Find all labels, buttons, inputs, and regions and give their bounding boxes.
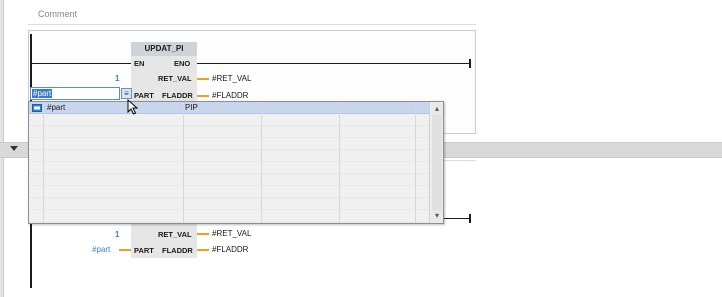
fladdr-output-wire-2 — [197, 249, 209, 251]
fladdr-operand-2[interactable]: #FLADDR — [212, 245, 248, 254]
list-item[interactable] — [29, 138, 429, 150]
caret-down-icon[interactable] — [10, 146, 18, 151]
operand-edit-value[interactable]: #part — [32, 89, 53, 98]
right-rail-tick-2 — [469, 214, 471, 223]
column-divider — [415, 102, 416, 223]
ret-val-output-wire-2 — [197, 233, 209, 235]
tag-variable-icon — [32, 104, 42, 112]
column-divider — [339, 102, 340, 223]
en-wire — [30, 63, 131, 64]
eno-wire — [197, 63, 469, 64]
right-rail-tick — [469, 59, 471, 68]
function-block-title[interactable]: UPDAT_PI — [131, 42, 197, 56]
list-item[interactable] — [29, 174, 429, 186]
pin-fladdr: FLADDR — [162, 91, 193, 100]
fladdr-operand[interactable]: #FLADDR — [212, 91, 248, 100]
pin-fladdr-2: FLADDR — [162, 246, 193, 255]
autocomplete-list[interactable]: #part PIP — [29, 102, 429, 223]
row-type: PIP — [185, 103, 198, 112]
pin-en: EN — [134, 59, 145, 68]
fladdr-output-wire — [197, 95, 209, 97]
row-name: #part — [47, 103, 66, 112]
ret-val-operand[interactable]: #RET_VAL — [212, 74, 251, 83]
pin-ret-val: RET_VAL — [158, 74, 192, 83]
list-item[interactable] — [29, 126, 429, 138]
pin-ret-val-2: RET_VAL — [158, 230, 192, 239]
pin-part-2: PART — [134, 246, 154, 255]
chevron-down-icon[interactable]: ▾ — [431, 210, 443, 222]
ret-val-output-wire — [197, 78, 209, 80]
column-divider — [261, 102, 262, 223]
autocomplete-popup[interactable]: #part PIP ▴ ▾ — [28, 101, 444, 224]
column-divider — [183, 102, 184, 223]
autocomplete-scrollbar[interactable]: ▴ ▾ — [429, 102, 443, 223]
list-item[interactable] — [29, 150, 429, 162]
pin-eno: ENO — [174, 59, 191, 68]
list-dropdown-icon[interactable]: ≡ — [121, 88, 132, 99]
list-item[interactable] — [29, 114, 429, 126]
list-item[interactable] — [29, 162, 429, 174]
autocomplete-row-part[interactable]: #part PIP — [29, 102, 429, 114]
mouse-cursor-icon — [127, 99, 139, 115]
scroll-track[interactable] — [432, 115, 442, 210]
part-input-wire-2 — [119, 249, 131, 251]
comment-separator — [28, 24, 476, 25]
chevron-up-icon[interactable]: ▴ — [431, 103, 443, 115]
part-operand-2[interactable]: #part — [92, 245, 110, 254]
list-item[interactable] — [29, 210, 429, 223]
ret-val-index[interactable]: 1 — [115, 74, 119, 83]
network-comment[interactable]: Comment — [38, 9, 77, 19]
list-item[interactable] — [29, 186, 429, 198]
eno-wire-2 — [440, 218, 469, 219]
column-divider — [43, 102, 44, 223]
operand-edit-field[interactable]: #part — [30, 87, 120, 100]
ret-val-index-2[interactable]: 1 — [115, 230, 119, 239]
ret-val-operand-2[interactable]: #RET_VAL — [212, 229, 251, 238]
list-item[interactable] — [29, 198, 429, 210]
